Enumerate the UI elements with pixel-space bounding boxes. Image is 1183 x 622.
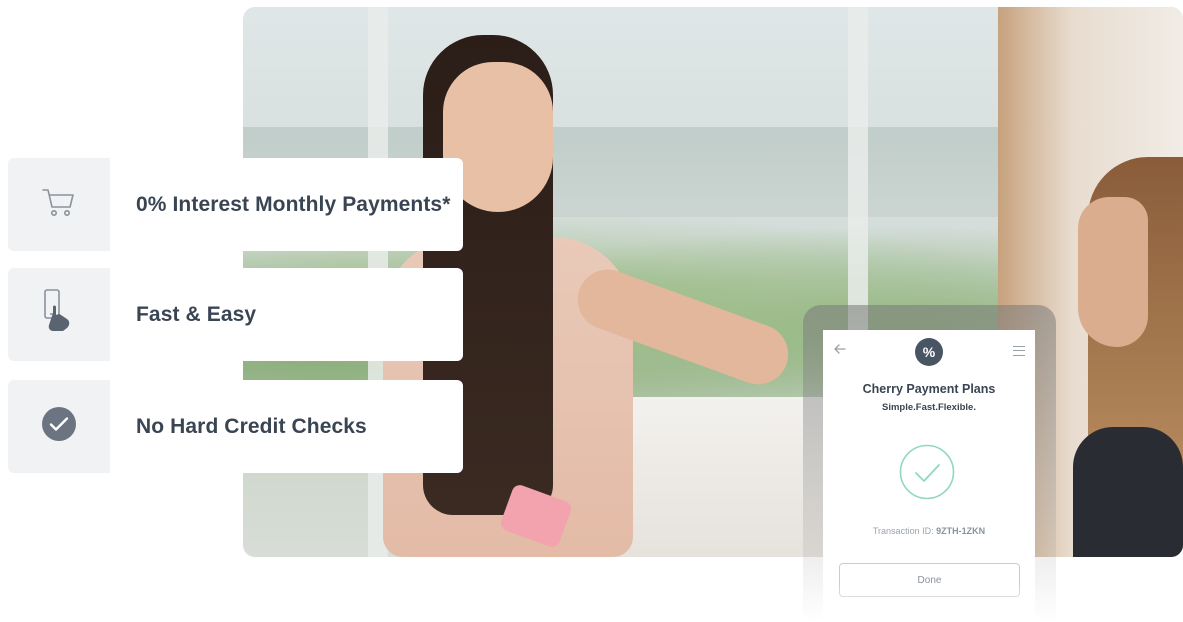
phone-tap-icon: [39, 287, 79, 342]
feature-credit: No Hard Credit Checks: [8, 380, 463, 473]
feature-icon-box: [8, 158, 110, 251]
phone-header: %: [823, 330, 1035, 374]
success-check-icon: [899, 444, 955, 500]
transaction-value: 9ZTH-1ZKN: [936, 526, 986, 536]
feature-icon-box: [8, 380, 110, 473]
feature-label: Fast & Easy: [136, 302, 257, 326]
staff-face: [1078, 197, 1148, 347]
transaction-id: Transaction ID: 9ZTH-1ZKN: [823, 526, 1035, 536]
feature-label: No Hard Credit Checks: [136, 414, 367, 438]
feature-interest: 0% Interest Monthly Payments*: [8, 158, 463, 251]
transaction-label: Transaction ID:: [872, 526, 937, 536]
staff-body: [1073, 427, 1183, 557]
plan-title: Cherry Payment Plans: [862, 382, 996, 396]
phone-screen: % Cherry Payment Plans Simple.Fast.Flexi…: [823, 330, 1035, 622]
hamburger-menu-icon[interactable]: [1013, 346, 1025, 356]
feature-label: 0% Interest Monthly Payments*: [136, 192, 451, 216]
feature-fast: Fast & Easy: [8, 268, 463, 361]
back-arrow-icon[interactable]: [833, 342, 847, 356]
plan-subtitle: Simple.Fast.Flexible.: [882, 402, 976, 413]
shopping-cart-icon: [40, 183, 78, 226]
cherry-logo: %: [915, 338, 943, 366]
done-button[interactable]: Done: [839, 563, 1020, 597]
percent-icon: %: [922, 344, 936, 360]
check-circle-icon: [41, 406, 77, 447]
feature-icon-box: [8, 268, 110, 361]
